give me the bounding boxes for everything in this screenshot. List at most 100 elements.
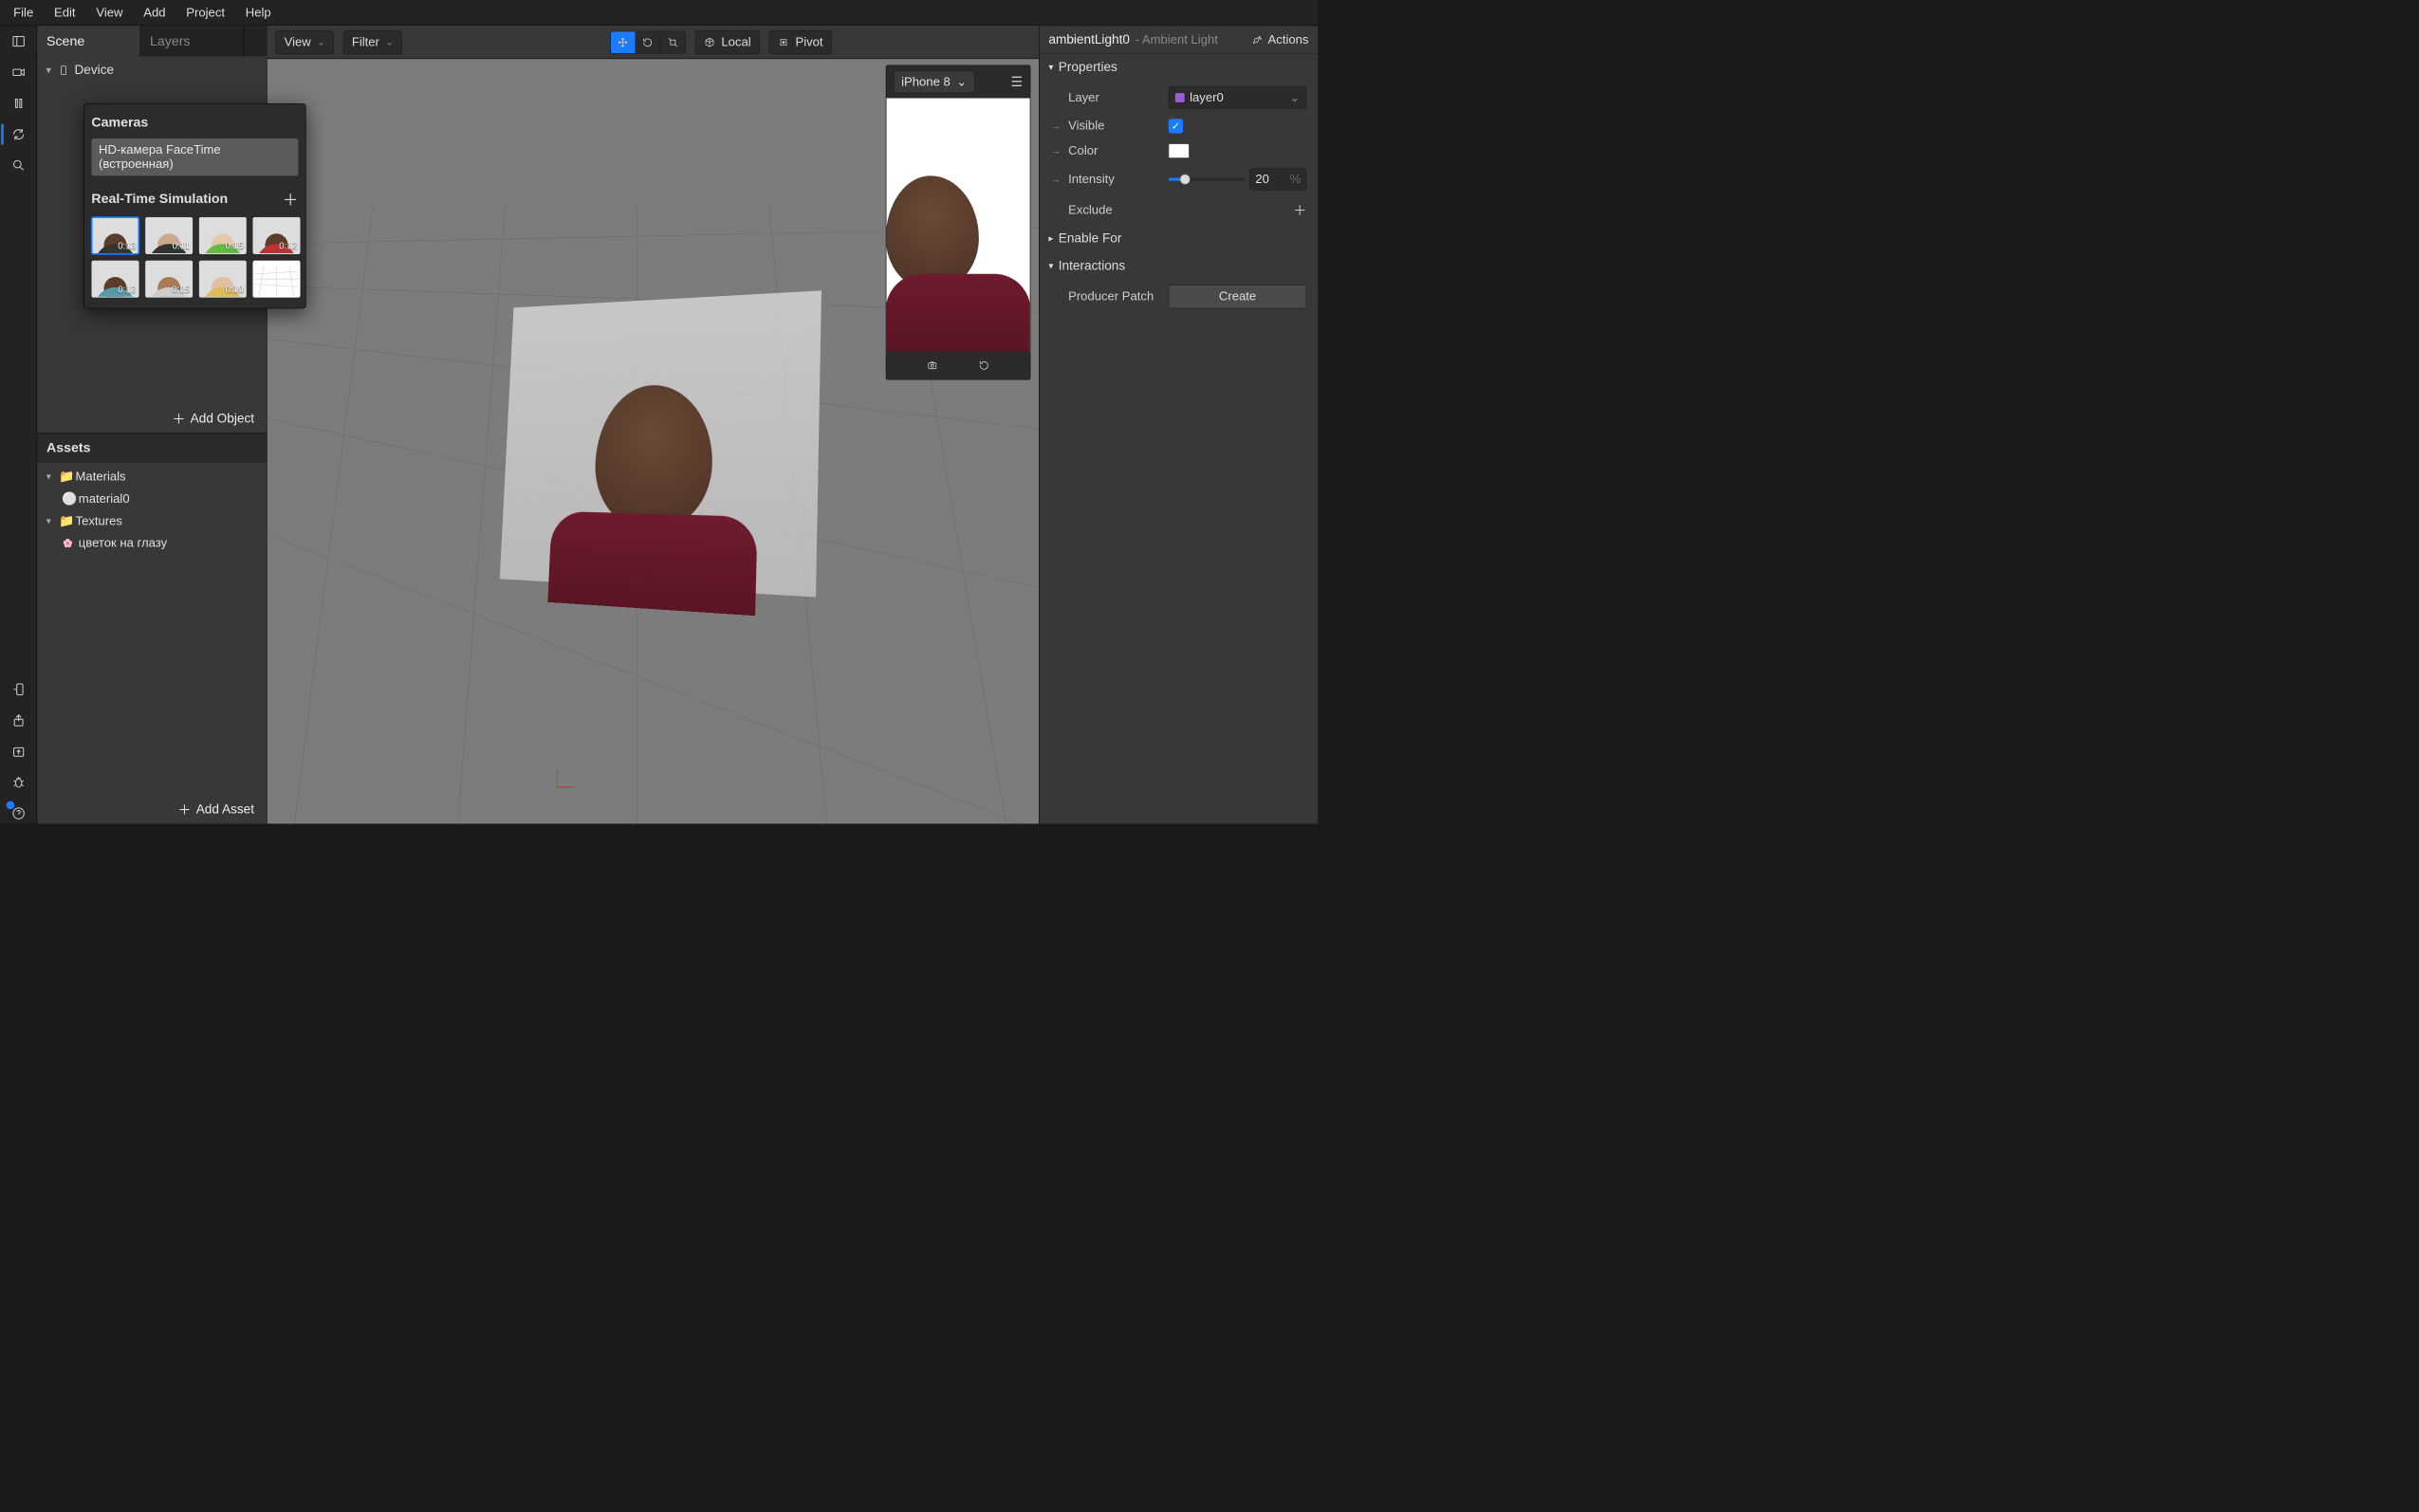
material-icon: ⚪	[62, 491, 73, 507]
arrow-icon: →	[1051, 145, 1062, 157]
preview-reset-button[interactable]	[973, 357, 994, 375]
simulation-thumb[interactable]: 0:12	[91, 261, 138, 298]
interactions-section-label: Interactions	[1059, 258, 1125, 273]
move-tool-button[interactable]	[611, 31, 636, 53]
add-object-label: Add Object	[191, 411, 254, 426]
preview-capture-button[interactable]	[922, 357, 943, 375]
menu-icon[interactable]: ☰	[1010, 74, 1023, 90]
tree-device-row[interactable]: ▾ Device	[37, 60, 267, 81]
rail-pause-icon[interactable]	[8, 93, 28, 114]
assets-textures-folder[interactable]: ▾ 📁 Textures	[37, 511, 267, 531]
inspector-object-type: - Ambient Light	[1136, 32, 1218, 46]
simulation-thumbs: 0:130:110:150:120:120:150:10	[91, 217, 298, 298]
menu-edit[interactable]: Edit	[45, 1, 84, 24]
add-object-button[interactable]: ＋ Add Object	[37, 404, 267, 433]
properties-section-label: Properties	[1059, 60, 1117, 75]
camera-option[interactable]: HD-камера FaceTime (встроенная)	[91, 138, 298, 175]
view-dropdown-label: View	[285, 35, 311, 49]
menu-help[interactable]: Help	[236, 1, 281, 24]
rail-save-icon[interactable]	[8, 741, 28, 762]
assets-tree: ▾ 📁 Materials ⚪ material0 ▾ 📁 Textures 🌸…	[37, 463, 267, 558]
chevron-down-icon: ▾	[1048, 261, 1053, 271]
scene-plane	[499, 290, 821, 597]
prop-color-label: Color	[1068, 143, 1161, 157]
add-asset-label: Add Asset	[196, 802, 254, 817]
face-preview	[547, 383, 761, 617]
simulation-thumb[interactable]: 0:15	[199, 217, 247, 254]
rail-help-icon[interactable]	[8, 803, 28, 824]
simulation-thumb[interactable]: 0:15	[145, 261, 193, 298]
chevron-down-icon: ▾	[1048, 62, 1053, 72]
prop-visible-label: Visible	[1068, 119, 1161, 133]
color-swatch[interactable]	[1169, 143, 1190, 157]
percent-label: %	[1290, 172, 1302, 186]
simulation-thumb[interactable]: 0:10	[199, 261, 247, 298]
add-simulation-button[interactable]: ＋	[283, 187, 298, 210]
filter-dropdown-label: Filter	[352, 35, 379, 49]
tab-scene[interactable]: Scene	[37, 26, 140, 56]
simulation-thumb[interactable]: 0:12	[252, 217, 300, 254]
add-asset-button[interactable]: ＋ Add Asset	[37, 795, 267, 824]
chevron-down-icon: ⌄	[317, 37, 324, 47]
simulation-thumb[interactable]: 0:13	[91, 217, 138, 254]
menu-file[interactable]: File	[4, 1, 43, 24]
scale-tool-button[interactable]	[660, 31, 685, 53]
layer-dropdown[interactable]: layer0 ⌄	[1169, 86, 1306, 108]
tree-device-label: Device	[74, 63, 114, 78]
intensity-value: 20	[1255, 172, 1269, 186]
tab-layers[interactable]: Layers	[140, 26, 244, 56]
prop-exclude-label: Exclude	[1068, 203, 1285, 217]
prop-exclude-row: Exclude ＋	[1040, 195, 1319, 225]
prop-color-row: → Color	[1040, 138, 1319, 163]
device-preview: iPhone 8⌄ ☰	[886, 65, 1031, 380]
prop-producer-label: Producer Patch	[1068, 289, 1161, 304]
prop-visible-row: → Visible ✓	[1040, 114, 1319, 138]
local-toggle[interactable]: Local	[695, 30, 760, 54]
inspector-actions-button[interactable]: Actions	[1251, 32, 1308, 46]
axis-gizmo	[557, 766, 578, 787]
assets-material0-label: material0	[79, 491, 130, 506]
assets-materials-folder[interactable]: ▾ 📁 Materials	[37, 467, 267, 487]
inspector-actions-label: Actions	[1268, 32, 1309, 46]
rail-share-icon[interactable]	[8, 710, 28, 731]
rotate-tool-button[interactable]	[636, 31, 660, 53]
simulation-thumb[interactable]	[252, 261, 300, 298]
prop-layer-label: Layer	[1068, 90, 1161, 104]
menu-view[interactable]: View	[87, 1, 133, 24]
enable-for-section-header[interactable]: ▸Enable For	[1040, 225, 1319, 252]
plus-icon: ＋	[173, 409, 186, 428]
left-rail	[0, 26, 37, 823]
layer-color-swatch	[1175, 93, 1185, 102]
preview-device-dropdown[interactable]: iPhone 8⌄	[894, 71, 974, 93]
create-producer-button[interactable]: Create	[1169, 285, 1306, 308]
rail-bug-icon[interactable]	[8, 772, 28, 793]
rail-refresh-icon[interactable]	[8, 124, 28, 145]
simulation-thumb[interactable]: 0:11	[145, 217, 193, 254]
intensity-slider[interactable]	[1169, 177, 1245, 180]
assets-header: Assets	[37, 433, 267, 463]
plus-icon: ＋	[178, 800, 192, 819]
view-dropdown[interactable]: View ⌄	[275, 30, 333, 54]
visible-checkbox[interactable]: ✓	[1169, 119, 1183, 133]
rail-camera-icon[interactable]	[8, 62, 28, 83]
arrow-icon: →	[1051, 174, 1062, 186]
filter-dropdown[interactable]: Filter⌄	[343, 30, 402, 54]
properties-section-header[interactable]: ▾ Properties	[1040, 54, 1319, 82]
viewport: View ⌄ Filter⌄ Local Pivot	[268, 26, 1039, 823]
rail-device-icon[interactable]	[8, 679, 28, 700]
menu-project[interactable]: Project	[177, 1, 234, 24]
rail-layout-icon[interactable]	[8, 31, 28, 52]
inspector-object-name: ambientLight0	[1048, 32, 1130, 46]
intensity-input[interactable]: 20%	[1249, 169, 1306, 191]
layer-value-label: layer0	[1190, 90, 1224, 104]
arrow-icon: →	[1051, 120, 1062, 133]
assets-material0[interactable]: ⚪ material0	[37, 489, 267, 508]
add-exclude-button[interactable]: ＋	[1293, 200, 1306, 219]
assets-texture0[interactable]: 🌸 цветок на глазу	[37, 533, 267, 553]
pivot-toggle[interactable]: Pivot	[769, 30, 832, 54]
interactions-section-header[interactable]: ▾ Interactions	[1040, 252, 1319, 280]
prop-intensity-row: → Intensity 20%	[1040, 163, 1319, 195]
prop-intensity-label: Intensity	[1068, 172, 1161, 186]
menu-add[interactable]: Add	[134, 1, 175, 24]
rail-search-icon[interactable]	[8, 155, 28, 175]
